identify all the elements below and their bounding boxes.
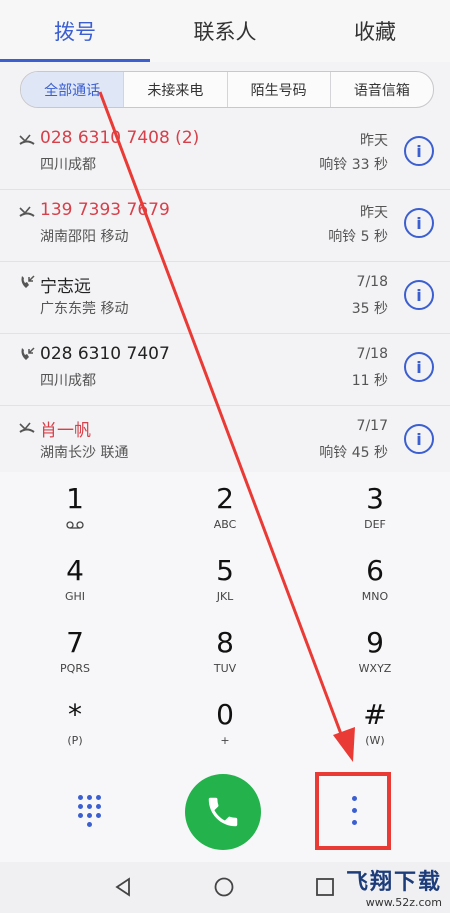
info-icon[interactable]: i [404,352,434,382]
call-log-list: 028 6310 7408 (2) 四川成都 昨天 响铃 33 秒 i 139 … [0,118,450,478]
caller-name: 028 6310 7407 [40,344,170,364]
tab-dialer[interactable]: 拨号 [0,0,150,62]
filter-voicemail[interactable]: 语音信箱 [329,72,433,107]
info-icon[interactable]: i [404,424,434,454]
incoming-call-icon [21,347,35,360]
info-icon[interactable]: i [404,136,434,166]
key-digit: 4 [66,554,84,587]
call-date: 7/17 [356,418,388,434]
key-0[interactable]: 0 + [150,688,300,760]
key-letters: WXYZ [358,662,392,675]
call-log-item[interactable]: 肖一帆 湖南长沙 联通 7/17 响铃 45 秒 i [0,406,450,478]
key-digit: 8 [216,626,234,659]
caller-location: 广东东莞 移动 [40,301,129,317]
call-date: 昨天 [360,205,388,221]
key-2[interactable]: 2 ABC [150,472,300,544]
caller-location: 湖南长沙 联通 [40,445,129,461]
incoming-call-icon [21,275,35,288]
key-7[interactable]: 7 PQRS [0,616,150,688]
call-date: 昨天 [360,133,388,149]
call-filter-segmented: 全部通话 未接来电 陌生号码 语音信箱 [20,71,434,108]
key-digit: 2 [216,482,234,515]
filter-missed-calls[interactable]: 未接来电 [123,72,226,107]
call-log-item[interactable]: 139 7393 7679 湖南邵阳 移动 昨天 响铃 5 秒 i [0,190,450,262]
key-star[interactable]: * (P) [0,688,150,760]
key-digit: 3 [366,482,384,515]
missed-call-icon [19,206,35,217]
key-digit: 1 [66,482,84,515]
key-8[interactable]: 8 TUV [150,616,300,688]
top-tabs: 拨号 联系人 收藏 [0,0,450,62]
call-log-item[interactable]: 宁志远 广东东莞 移动 7/18 35 秒 i [0,262,450,334]
key-digit: 5 [216,554,234,587]
tab-contacts[interactable]: 联系人 [150,0,300,62]
key-letters: ABC [213,518,237,531]
watermark-logo: 飞翔下载 www.52z.com [346,864,442,909]
key-9[interactable]: 9 WXYZ [300,616,450,688]
caller-location: 四川成都 [40,373,96,389]
voicemail-icon [66,521,84,529]
key-digit: # [363,698,387,731]
key-hash[interactable]: # (W) [300,688,450,760]
phone-icon [208,797,238,827]
key-letters: PQRS [60,662,90,675]
filter-all-calls[interactable]: 全部通话 [21,72,124,107]
key-1[interactable]: 1 [0,472,150,544]
dial-keypad: 1 2 ABC 3 DEF 4 GHI 5 JKL 6 MNO 7 PQRS 8… [0,472,450,762]
info-icon[interactable]: i [404,208,434,238]
missed-call-icon [19,134,35,145]
watermark-url: www.52z.com [365,896,442,909]
call-duration: 响铃 45 秒 [319,445,388,461]
call-duration: 响铃 33 秒 [319,157,388,173]
key-letters: TUV [213,662,237,675]
filter-unknown-numbers[interactable]: 陌生号码 [226,72,330,107]
key-letters: DEF [364,518,386,531]
call-button[interactable] [185,774,261,850]
watermark-text: 飞翔下载 [345,870,442,895]
call-log-item[interactable]: 028 6310 7407 四川成都 7/18 11 秒 i [0,334,450,406]
key-digit: * [68,698,82,731]
back-icon[interactable] [112,876,134,898]
key-letters: MNO [361,590,389,603]
key-digit: 0 [216,698,234,731]
key-letters: (P) [67,734,83,747]
key-4[interactable]: 4 GHI [0,544,150,616]
dialer-actions [0,762,450,862]
caller-name: 宁志远 [40,277,91,297]
caller-name: 028 6310 7408 (2) [40,128,200,148]
key-letters: GHI [64,590,86,603]
more-options-button[interactable] [315,772,391,850]
info-icon[interactable]: i [404,280,434,310]
caller-name: 139 7393 7679 [40,200,170,220]
caller-name: 肖一帆 [40,421,91,441]
call-date: 7/18 [356,346,388,362]
key-digit: 7 [66,626,84,659]
call-duration: 响铃 5 秒 [328,229,388,245]
caller-location: 四川成都 [40,157,96,173]
call-duration: 11 秒 [351,373,388,389]
key-6[interactable]: 6 MNO [300,544,450,616]
key-digit: 6 [366,554,384,587]
call-duration: 35 秒 [351,301,388,317]
key-digit: 9 [366,626,384,659]
key-letters: JKL [216,590,234,603]
key-3[interactable]: 3 DEF [300,472,450,544]
missed-call-icon [19,422,35,433]
call-date: 7/18 [356,274,388,290]
recents-icon[interactable] [314,876,336,898]
dialpad-toggle-icon[interactable] [78,795,108,827]
tab-favorites[interactable]: 收藏 [300,0,450,62]
key-letters: (W) [365,734,385,747]
key-letters: + [220,734,230,747]
call-log-item[interactable]: 028 6310 7408 (2) 四川成都 昨天 响铃 33 秒 i [0,118,450,190]
home-icon[interactable] [213,876,235,898]
caller-location: 湖南邵阳 移动 [40,229,129,245]
key-5[interactable]: 5 JKL [150,544,300,616]
